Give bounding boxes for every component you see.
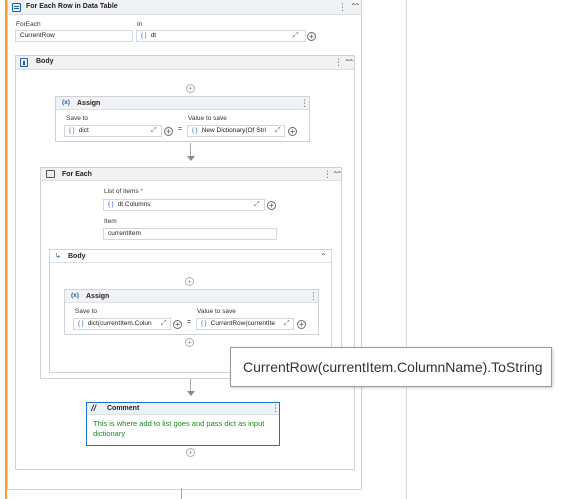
insert-activity-icon[interactable]: + xyxy=(186,448,195,457)
expand-editor-icon[interactable]: ⤢ xyxy=(254,201,260,209)
comment-text[interactable]: This is where add to list goes and pass … xyxy=(93,419,273,439)
expression-icon: { } xyxy=(141,33,147,39)
foreach-value: CurrentRow xyxy=(20,32,55,39)
assign-2-save-to-value: dict(currentItem.Colun xyxy=(87,320,152,327)
for-each-row-menu-icon[interactable]: ⋮ xyxy=(338,3,347,12)
assign-2-menu-icon[interactable]: ⋮ xyxy=(309,292,318,301)
comment-icon: // xyxy=(91,403,97,413)
inner-body-header[interactable]: ↳ Body ⌃ xyxy=(50,250,331,263)
connector-arrow xyxy=(187,391,195,396)
insert-activity-icon[interactable]: + xyxy=(185,338,194,347)
connector-arrow xyxy=(187,156,195,161)
for-each-row-collapse-icon[interactable]: ⌃⌃ xyxy=(350,3,361,11)
list-of-items-text: List of items xyxy=(104,188,139,195)
list-of-items-value: dt.Columns xyxy=(117,201,151,208)
assign-2-save-to-add-icon[interactable]: + xyxy=(173,320,182,329)
assign-2-header[interactable]: (x) Assign ⋮ xyxy=(65,290,318,303)
comment-header[interactable]: // Comment ⋮ xyxy=(87,403,280,415)
expand-editor-icon[interactable]: ⤢ xyxy=(283,320,291,328)
expression-icon: { } xyxy=(78,321,84,327)
in-add-icon[interactable]: + xyxy=(307,32,316,41)
for-each-icon xyxy=(46,170,55,178)
comment-menu-icon[interactable]: ⋮ xyxy=(271,404,280,413)
item-label: Item xyxy=(104,218,117,225)
assign-2-value-field[interactable]: { } CurrentRow(currentIte ⤢ xyxy=(196,318,294,330)
assign-2-value-add-icon[interactable]: + xyxy=(297,320,306,329)
assign-1-save-to-value: dict xyxy=(78,127,89,134)
assign-icon: (x) xyxy=(71,292,79,299)
expression-icon: { } xyxy=(108,202,114,208)
assign-1-value-field[interactable]: { } New Dictionary(Of Stri ⤢ xyxy=(187,125,285,137)
assign-1-save-to-add-icon[interactable]: + xyxy=(164,127,173,136)
outer-body-header[interactable]: Body ⋮ ⌃⌃ xyxy=(16,56,355,70)
assign-2-value-label: Value to save xyxy=(197,308,236,315)
outer-body-title: Body xyxy=(36,58,54,65)
assign-1-value-value: New Dictionary(Of Stri xyxy=(201,127,266,134)
for-each-menu-icon[interactable]: ⋮ xyxy=(323,170,332,179)
item-value: currentItem xyxy=(108,230,141,237)
comment-activity[interactable]: // Comment ⋮ This is where add to list g… xyxy=(86,402,280,446)
insert-activity-icon[interactable]: + xyxy=(185,277,194,286)
list-of-items-add-icon[interactable]: + xyxy=(267,201,276,210)
assign-icon: (x) xyxy=(62,99,70,106)
foreach-field[interactable]: CurrentRow xyxy=(15,30,133,42)
equals-sign: = xyxy=(178,126,183,133)
assign-1-save-to-field[interactable]: { } dict ⤢ xyxy=(64,125,162,137)
assign-1-value-add-icon[interactable]: + xyxy=(288,127,297,136)
list-of-items-label: List of items * xyxy=(104,188,143,195)
item-field[interactable]: currentItem xyxy=(103,228,277,240)
required-icon: * xyxy=(140,188,144,195)
assign-1-save-to-label: Save to xyxy=(66,115,89,122)
for-each-row-icon xyxy=(12,3,21,12)
assign-1-header[interactable]: (x) Assign ⋮ xyxy=(56,97,309,110)
outer-body-collapse-icon[interactable]: ⌃⌃ xyxy=(344,59,355,67)
assign-2-save-to-field[interactable]: { } dict(currentItem.Colun ⤢ xyxy=(73,318,171,330)
assign-2-value-value: CurrentRow(currentIte xyxy=(210,320,275,327)
inner-body-collapse-icon[interactable]: ⌃ xyxy=(320,253,327,261)
in-value: dt xyxy=(150,32,157,39)
for-each-title: For Each xyxy=(62,171,92,178)
assign-activity-1[interactable]: (x) Assign ⋮ Save to { } dict ⤢ + = Value… xyxy=(55,96,310,142)
list-of-items-field[interactable]: { } dt.Columns ⤢ xyxy=(103,199,265,211)
inner-body-title: Body xyxy=(68,253,86,260)
expand-editor-icon[interactable]: ⤢ xyxy=(274,127,282,135)
assign-2-save-to-label: Save to xyxy=(75,308,98,315)
assign-activity-2[interactable]: (x) Assign ⋮ Save to { } dict(currentItem… xyxy=(64,289,319,335)
expression-icon: { } xyxy=(69,128,75,134)
expression-icon: { } xyxy=(201,321,207,327)
in-field[interactable]: { } dt ⤢ xyxy=(136,30,306,42)
assign-1-menu-icon[interactable]: ⋮ xyxy=(300,99,309,108)
for-each-collapse-icon[interactable]: ⌃⌃ xyxy=(332,171,343,179)
assign-1-value-label: Value to save xyxy=(188,115,227,122)
in-label: In xyxy=(137,21,143,28)
outer-body-menu-icon[interactable]: ⋮ xyxy=(334,58,343,67)
expand-editor-icon[interactable]: ⤢ xyxy=(160,320,168,328)
equals-sign: = xyxy=(187,319,192,326)
insert-activity-icon[interactable]: + xyxy=(186,84,195,93)
for-each-row-header[interactable]: For Each Row in Data Table ⋮ ⌃⌃ xyxy=(8,0,361,15)
body-branch-icon: ↳ xyxy=(55,253,61,260)
for-each-row-title: For Each Row in Data Table xyxy=(26,3,118,10)
expand-editor-icon[interactable]: ⤢ xyxy=(293,32,299,40)
assign-1-title: Assign xyxy=(77,100,101,107)
canvas-right-border xyxy=(406,0,407,499)
expression-icon: { } xyxy=(192,128,198,134)
expand-editor-icon[interactable]: ⤢ xyxy=(151,127,157,135)
sequence-icon xyxy=(20,58,28,67)
for-each-header[interactable]: For Each ⋮ ⌃⌃ xyxy=(41,168,343,181)
foreach-label: ForEach xyxy=(16,21,41,28)
assign-2-title: Assign xyxy=(86,293,110,300)
comment-title: Comment xyxy=(107,405,140,412)
expression-tooltip: CurrentRow(currentItem.ColumnName).ToStr… xyxy=(230,347,552,387)
connector-line xyxy=(181,488,182,499)
